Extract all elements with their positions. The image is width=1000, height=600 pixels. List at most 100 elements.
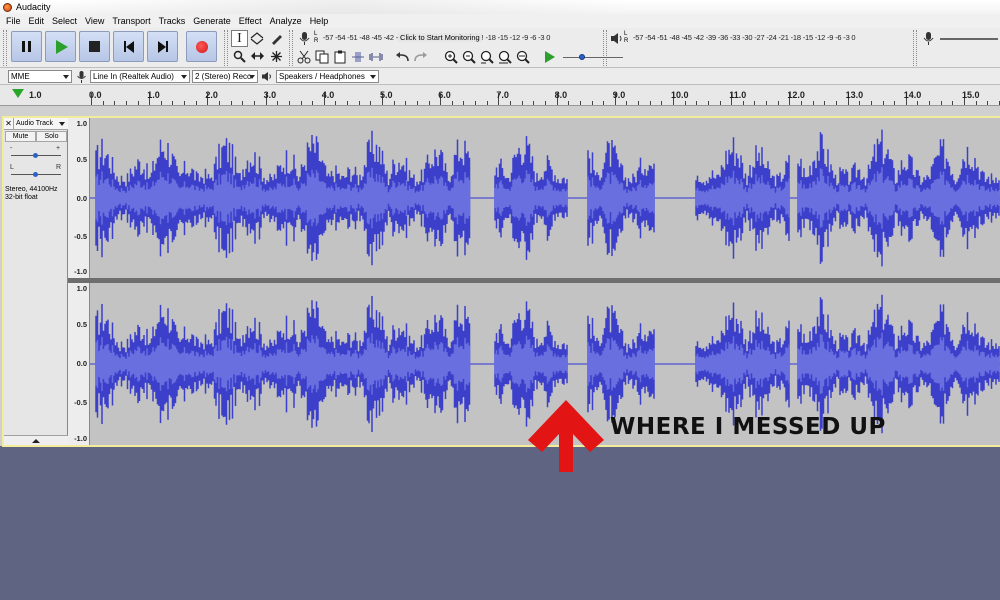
toolbar-grip[interactable] [913, 30, 917, 66]
amp-tick: 0.5 [76, 155, 87, 164]
toolbar-grip[interactable] [3, 30, 7, 66]
menu-effect[interactable]: Effect [235, 14, 266, 28]
toolbar-grip[interactable] [224, 30, 228, 66]
recording-device-icon [75, 70, 87, 83]
track-menu-arrow-icon[interactable] [59, 121, 65, 126]
ruler-minor-tick [929, 101, 931, 105]
playback-meter-button[interactable] [608, 30, 625, 47]
recording-device-select[interactable]: Line In (Realtek Audio) [90, 70, 190, 83]
annotation-arrow-icon [524, 396, 608, 476]
zoom-toggle-button[interactable] [514, 48, 531, 65]
recording-volume-slider[interactable] [940, 38, 998, 40]
waveform-left-channel[interactable] [90, 118, 1000, 278]
zoom-in-button[interactable] [442, 48, 459, 65]
ruler-minor-tick [544, 101, 546, 105]
redo-button[interactable] [412, 48, 429, 65]
paste-button[interactable] [331, 48, 348, 65]
track-bit-depth: 32-bit float [5, 194, 38, 201]
amp-tick: -0.5 [74, 232, 87, 241]
ruler-minor-tick [486, 101, 488, 105]
play-at-speed-button[interactable] [541, 48, 558, 65]
menu-generate[interactable]: Generate [189, 14, 235, 28]
fit-project-button[interactable] [496, 48, 513, 65]
ruler-minor-tick [766, 101, 768, 105]
playback-device-select[interactable]: Speakers / Headphones [276, 70, 379, 83]
amp-tick: 1.0 [76, 119, 87, 128]
ruler-minor-tick [812, 101, 814, 105]
menu-view[interactable]: View [81, 14, 108, 28]
zoom-tool-button[interactable] [231, 48, 248, 65]
toolbar-grip[interactable] [603, 30, 607, 66]
gain-slider-thumb[interactable] [33, 153, 38, 158]
undo-button[interactable] [394, 48, 411, 65]
skip-start-icon [123, 40, 134, 53]
pan-slider-thumb[interactable] [33, 172, 38, 177]
draw-tool-button[interactable] [268, 30, 285, 47]
ruler-label: 10.0 [671, 90, 689, 100]
fit-selection-button[interactable] [478, 48, 495, 65]
menu-help[interactable]: Help [306, 14, 333, 28]
menu-tracks[interactable]: Tracks [155, 14, 190, 28]
record-button[interactable] [186, 31, 217, 62]
menu-transport[interactable]: Transport [108, 14, 154, 28]
ruler-minor-tick [940, 101, 942, 105]
stop-button[interactable] [79, 31, 110, 62]
copy-button[interactable] [313, 48, 330, 65]
ruler-minor-tick [591, 101, 593, 105]
menu-select[interactable]: Select [48, 14, 81, 28]
trim-button[interactable] [349, 48, 366, 65]
play-button[interactable] [45, 31, 76, 62]
time-shift-tool-button[interactable] [249, 48, 266, 65]
menu-analyze[interactable]: Analyze [266, 14, 306, 28]
mute-button[interactable]: Mute [5, 131, 36, 142]
microphone-icon [923, 31, 934, 45]
play-head-marker-icon[interactable] [12, 89, 24, 98]
ruler-label: 11.0 [729, 90, 747, 100]
microphone-icon [76, 70, 86, 83]
playback-meter[interactable]: LR -57 -54 -51 -48 -45 -42 -39 -36 -33 -… [624, 30, 909, 45]
mixer-mic-button[interactable] [920, 30, 937, 47]
menu-file[interactable]: File [2, 14, 25, 28]
menu-edit[interactable]: Edit [25, 14, 49, 28]
skip-to-start-button[interactable] [113, 31, 144, 62]
silence-audio-icon [368, 52, 383, 61]
track-name-button[interactable]: Audio Track [14, 120, 59, 127]
skip-to-end-button[interactable] [147, 31, 178, 62]
play-speed-slider-thumb[interactable] [579, 54, 585, 60]
selection-tool-button[interactable]: I [231, 30, 248, 47]
multi-tool-button[interactable] [268, 48, 285, 65]
collapse-track-button[interactable] [4, 435, 68, 445]
track-close-button[interactable]: ✕ [4, 117, 14, 130]
playback-meter-scale: -57 -54 -51 -48 -45 -42 -39 -36 -33 -30 … [633, 33, 856, 42]
ruler-minor-tick [125, 101, 127, 105]
channel-l: L [624, 30, 628, 37]
ruler-minor-tick [370, 101, 372, 105]
microphone-icon [299, 31, 310, 45]
cut-button[interactable] [295, 48, 312, 65]
ruler-minor-tick [975, 101, 977, 105]
ruler-minor-tick [684, 101, 686, 105]
ruler-minor-tick [416, 101, 418, 105]
record-meter-button[interactable] [296, 30, 313, 47]
timeline-ruler[interactable]: 1.0 0.0 1.0 2.0 3.0 4.0 5.0 6.0 7.0 8.0 9.0 10.0 11… [0, 85, 1000, 106]
silence-button[interactable] [367, 48, 384, 65]
redo-icon [414, 51, 427, 61]
audio-host-select[interactable]: MME [8, 70, 72, 83]
track-area: ✕ Audio Track Mute Solo - + L R Stereo, … [0, 106, 1000, 447]
ruler-label: 8.0 [554, 90, 568, 100]
record-meter[interactable]: LR -57 -54 -51 -48 -45 -42 - Click to St… [314, 30, 600, 45]
recording-channels-select[interactable]: 2 (Stereo) Reco [192, 70, 258, 83]
play-speed-slider[interactable] [563, 57, 623, 58]
toolbar-grip[interactable] [289, 30, 293, 66]
zoom-out-button[interactable] [460, 48, 477, 65]
track-control-panel: ✕ Audio Track Mute Solo - + L R Stereo, … [4, 117, 68, 445]
envelope-tool-button[interactable] [249, 30, 266, 47]
ruler-minor-tick [510, 101, 512, 105]
solo-button[interactable]: Solo [36, 131, 67, 142]
pause-button[interactable] [11, 31, 42, 62]
gain-minus-label: - [10, 145, 13, 152]
ruler-minor-tick [242, 101, 244, 105]
click-to-start-monitoring[interactable]: Click to Start Monitoring [398, 33, 482, 42]
device-toolbar: MME Line In (Realtek Audio) 2 (Stereo) R… [0, 68, 1000, 85]
channel-l: L [314, 30, 318, 37]
